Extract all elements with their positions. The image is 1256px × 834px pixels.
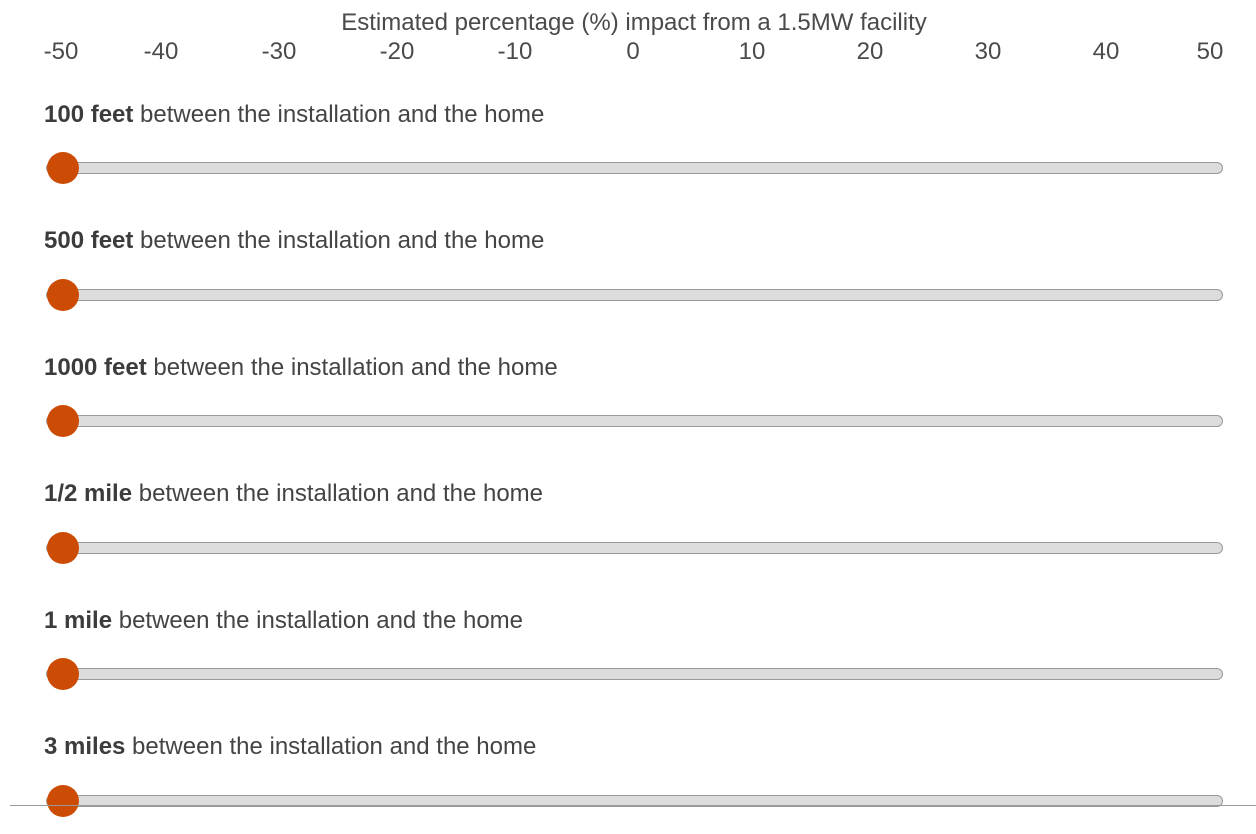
slider-label: 3 miles between the installation and the…: [44, 733, 536, 761]
tick-label: 30: [974, 38, 1002, 65]
tick-label: -40: [143, 38, 179, 65]
label-suffix: between the installation and the home: [125, 733, 537, 760]
label-suffix: between the installation and the home: [133, 101, 545, 128]
distance-label: 1 mile: [44, 607, 113, 634]
distance-label: 3 miles: [44, 733, 126, 760]
slider-label: 1/2 mile between the installation and th…: [44, 480, 543, 508]
distance-label: 500 feet: [44, 227, 134, 254]
slider-label: 100 feet between the installation and th…: [44, 101, 544, 129]
tick-label: 20: [856, 38, 884, 65]
scale-title: Estimated percentage (%) impact from a 1…: [341, 9, 927, 36]
slider-handle[interactable]: [47, 152, 79, 184]
label-suffix: between the installation and the home: [112, 607, 523, 634]
slider-handle[interactable]: [47, 532, 79, 564]
tick-label: -50: [43, 38, 79, 65]
tick-label: -20: [379, 38, 415, 65]
slider-handle[interactable]: [47, 658, 79, 690]
tick-label: 10: [738, 38, 766, 65]
slider-track[interactable]: [46, 279, 1223, 311]
tick-label: 40: [1092, 38, 1120, 65]
slider-label: 1 mile between the installation and the …: [44, 607, 523, 635]
tick-label: -30: [261, 38, 297, 65]
distance-label: 1000 feet: [44, 354, 147, 381]
slider-handle[interactable]: [47, 279, 79, 311]
slider-track[interactable]: [46, 405, 1223, 437]
distance-label: 1/2 mile: [44, 480, 133, 507]
slider-handle[interactable]: [47, 785, 79, 817]
slider-label: 1000 feet between the installation and t…: [44, 354, 558, 382]
label-suffix: between the installation and the home: [146, 354, 558, 381]
distance-label: 100 feet: [44, 101, 134, 128]
label-suffix: between the installation and the home: [133, 227, 545, 254]
tick-label: -10: [497, 38, 533, 65]
slider-label: 500 feet between the installation and th…: [44, 227, 544, 255]
label-suffix: between the installation and the home: [132, 480, 544, 507]
tick-label: 50: [1196, 38, 1224, 65]
slider-track[interactable]: [46, 658, 1223, 690]
slider-track[interactable]: [46, 532, 1223, 564]
tick-label: 0: [626, 38, 640, 65]
slider-track[interactable]: [46, 152, 1223, 184]
slider-handle[interactable]: [47, 405, 79, 437]
bottom-divider: [10, 805, 1256, 806]
